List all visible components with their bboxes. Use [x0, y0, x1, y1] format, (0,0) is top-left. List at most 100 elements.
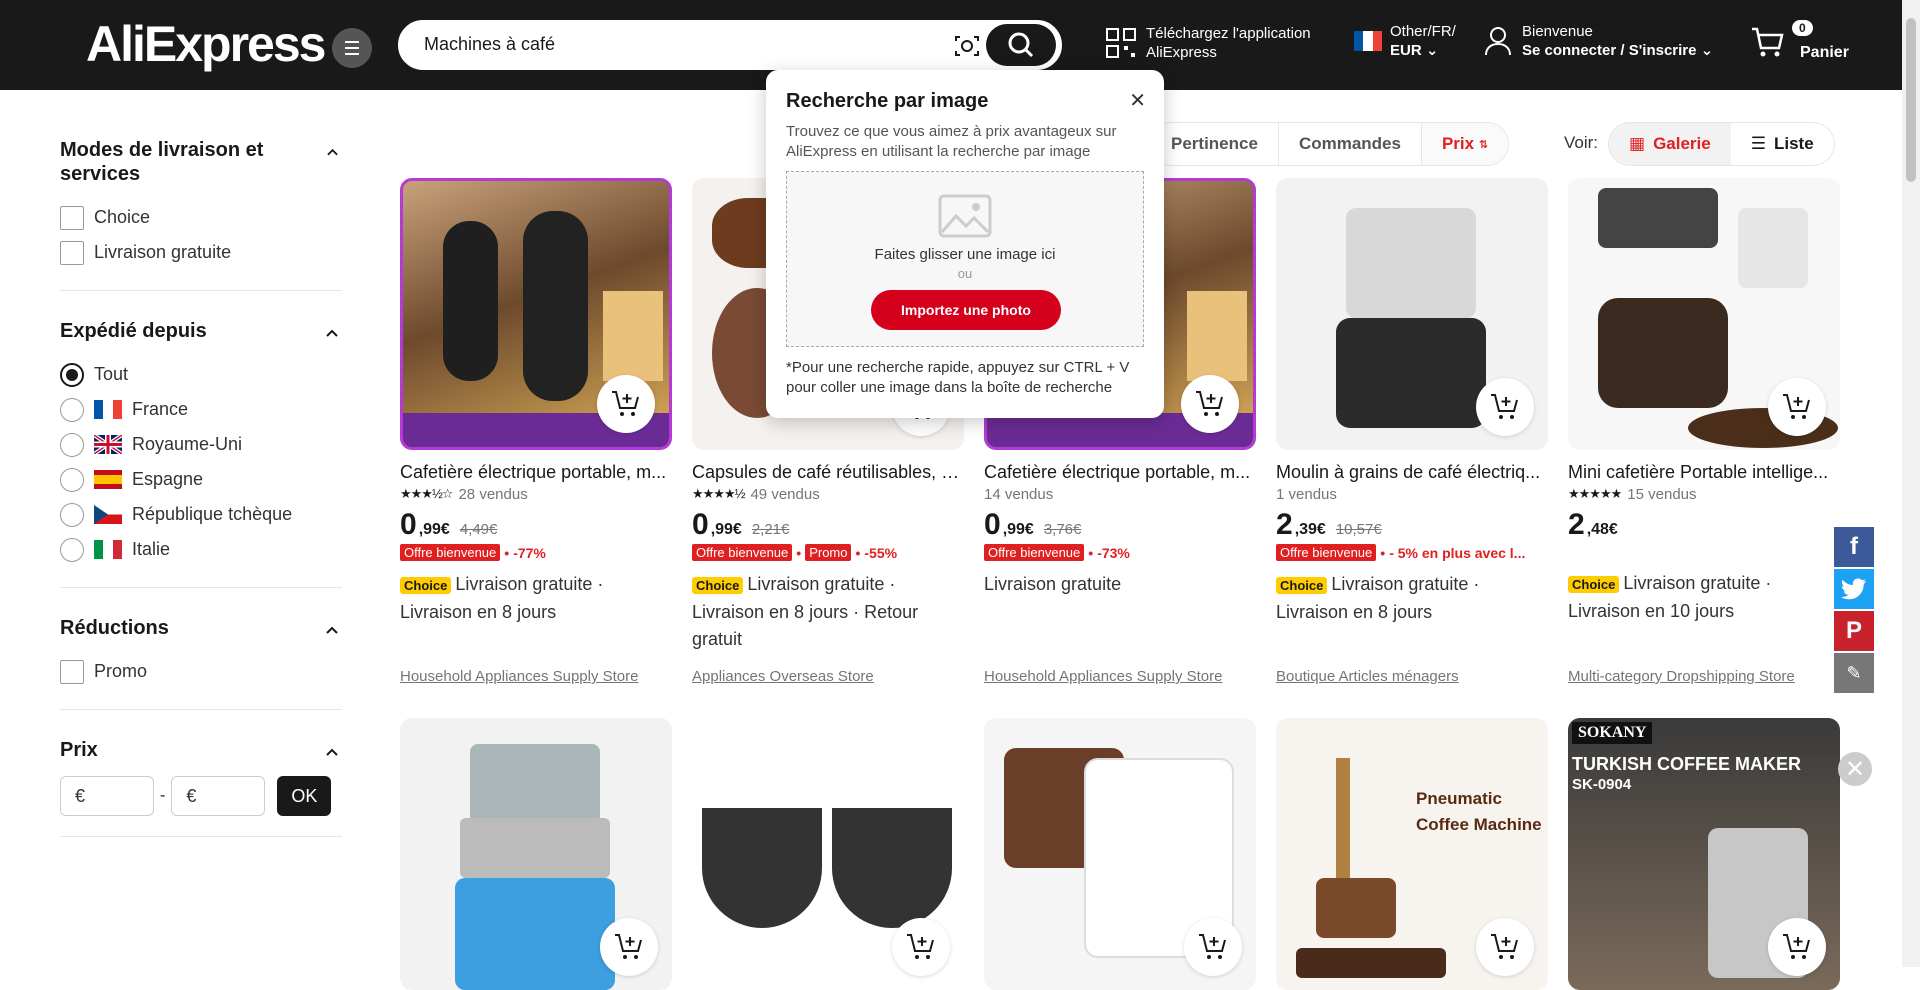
product-badges: Offre bienvenue • Promo • -55%	[692, 544, 964, 561]
add-to-cart-button[interactable]	[597, 375, 655, 433]
store-link[interactable]: Appliances Overseas Store	[692, 668, 874, 685]
choice-badge: Choice	[1568, 575, 1620, 593]
product-card[interactable]: SOKANY TURKISH COFFEE MAKER SK-0904	[1568, 718, 1840, 990]
signin-link[interactable]: Se connecter / S'inscrire ⌄	[1522, 41, 1713, 60]
discount-filter-header[interactable]: Réductions	[60, 616, 342, 640]
ship-from-uk[interactable]: Royaume-Uni	[60, 427, 342, 462]
chevron-up-icon	[326, 748, 338, 756]
shipping-info: Choice Livraison gratuite · Livraison en …	[1568, 573, 1772, 621]
ship-from-all[interactable]: Tout	[60, 357, 342, 392]
upload-photo-button[interactable]: Importez une photo	[871, 290, 1061, 330]
ship-from-italy[interactable]: Italie	[60, 532, 342, 567]
ship-from-header[interactable]: Expédié depuis	[60, 319, 342, 343]
filter-option-promo[interactable]: Promo	[60, 654, 342, 689]
ship-from-spain[interactable]: Espagne	[60, 462, 342, 497]
shipping-info: Choice Livraison gratuite · Livraison en …	[692, 574, 919, 649]
sort-price[interactable]: Prix ⇅	[1421, 123, 1509, 165]
product-rating: 14 vendus	[984, 485, 1054, 503]
product-title[interactable]: Moulin à grains de café électriq...	[1276, 460, 1548, 484]
add-to-cart-button[interactable]	[1768, 918, 1826, 976]
product-card[interactable]	[692, 718, 964, 990]
filter-option-free-shipping[interactable]: Livraison gratuite	[60, 235, 342, 270]
product-title[interactable]: Cafetière électrique portable, m...	[984, 460, 1256, 484]
user-icon	[1485, 27, 1511, 56]
cart-icon	[1752, 27, 1784, 57]
download-app-link[interactable]: Téléchargez l'application AliExpress	[1106, 24, 1311, 62]
delivery-filter-header[interactable]: Modes de livraison et services	[60, 138, 342, 186]
cart-button[interactable]: 0 Panier	[1750, 20, 1849, 62]
product-card[interactable]: Pneumatic Coffee Machine	[1276, 718, 1548, 990]
store-link[interactable]: Household Appliances Supply Store	[400, 668, 639, 685]
sort-orders[interactable]: Commandes	[1279, 123, 1422, 165]
cart-label: Panier	[1800, 44, 1849, 61]
add-to-cart-button[interactable]	[1181, 375, 1239, 433]
currency: EUR ⌄	[1390, 42, 1439, 59]
spain-flag-icon	[94, 470, 122, 489]
store-link[interactable]: Multi-category Dropshipping Store	[1568, 668, 1795, 685]
popup-title: Recherche par image	[786, 90, 989, 112]
product-image[interactable]	[400, 178, 672, 450]
list-view-button[interactable]: ☰ Liste	[1731, 123, 1834, 165]
price-max-input[interactable]: €	[171, 776, 266, 816]
price-min-input[interactable]: €	[60, 776, 154, 816]
product-card[interactable]	[984, 718, 1256, 990]
sort-relevance[interactable]: Pertinence	[1151, 123, 1279, 165]
ship-from-czech[interactable]: République tchèque	[60, 497, 342, 532]
store-link[interactable]: Boutique Articles ménagers	[1276, 668, 1459, 685]
model-label: SK-0904	[1572, 776, 1632, 793]
aliexpress-logo[interactable]: AliExpress	[86, 14, 326, 74]
add-to-cart-button[interactable]	[1476, 918, 1534, 976]
product-image[interactable]: SOKANY TURKISH COFFEE MAKER SK-0904	[1568, 718, 1840, 990]
product-rating: 1 vendus	[1276, 485, 1337, 503]
ship-from-france[interactable]: France	[60, 392, 342, 427]
product-image[interactable]	[1276, 178, 1548, 450]
list-icon: ☰	[1750, 134, 1766, 153]
scrollbar[interactable]	[1902, 0, 1920, 967]
search-input[interactable]	[424, 34, 924, 55]
image-search-icon[interactable]	[954, 34, 980, 58]
pinterest-share-icon[interactable]: P	[1834, 611, 1874, 651]
filter-option-choice[interactable]: Choice	[60, 200, 342, 235]
twitter-share-icon[interactable]	[1834, 569, 1874, 609]
add-to-cart-button[interactable]	[600, 918, 658, 976]
product-image[interactable]	[692, 718, 964, 990]
product-image[interactable]: Pneumatic Coffee Machine	[1276, 718, 1548, 990]
price-separator: -	[160, 787, 166, 804]
add-to-cart-button[interactable]	[1184, 918, 1242, 976]
gallery-view-button[interactable]: ▦ Galerie	[1609, 123, 1731, 165]
or-text: ou	[957, 266, 973, 281]
product-image[interactable]	[984, 718, 1256, 990]
choice-badge: Choice	[692, 576, 744, 594]
view-toggle: ▦ Galerie ☰ Liste	[1608, 122, 1835, 166]
product-image[interactable]	[400, 718, 672, 990]
italy-flag-icon	[94, 540, 122, 559]
price-filter-header[interactable]: Prix	[60, 738, 342, 762]
store-link[interactable]: Household Appliances Supply Store	[984, 668, 1223, 685]
close-icon[interactable]: ✕	[1838, 752, 1872, 786]
product-card[interactable]: Cafetière électrique portable, m... ★★★½…	[400, 178, 672, 685]
price-ok-button[interactable]: OK	[277, 776, 332, 816]
add-to-cart-button[interactable]	[1476, 378, 1534, 436]
product-card[interactable]: Mini cafetière Portable intellige... ★★★…	[1568, 178, 1840, 685]
product-title[interactable]: Capsules de café réutilisables, 3...	[692, 460, 964, 484]
add-to-cart-button[interactable]	[1768, 378, 1826, 436]
app-line2: AliExpress	[1146, 44, 1217, 61]
product-title[interactable]: Cafetière électrique portable, m...	[400, 460, 672, 484]
app-line1: Téléchargez l'application	[1146, 25, 1311, 42]
edit-icon[interactable]: ✎	[1834, 653, 1874, 693]
add-to-cart-button[interactable]	[892, 918, 950, 976]
facebook-share-icon[interactable]: f	[1834, 527, 1874, 567]
product-card[interactable]	[400, 718, 672, 990]
image-dropzone[interactable]: Faites glisser une image ici ou Importez…	[786, 171, 1144, 347]
account-menu[interactable]: Bienvenue Se connecter / S'inscrire ⌄	[1484, 22, 1713, 60]
star-rating-icon: ★★★★★	[1568, 486, 1622, 501]
search-button[interactable]	[986, 24, 1056, 66]
close-icon[interactable]: ✕	[1129, 88, 1146, 113]
france-flag-icon	[1354, 31, 1382, 51]
locale-selector[interactable]: Other/FR/EUR ⌄	[1354, 22, 1456, 60]
product-card[interactable]: Moulin à grains de café électriq... 1 ve…	[1276, 178, 1548, 685]
categories-menu-button[interactable]	[332, 28, 372, 68]
product-title[interactable]: Mini cafetière Portable intellige...	[1568, 460, 1840, 484]
product-image[interactable]	[1568, 178, 1840, 450]
add-cart-icon	[907, 934, 934, 959]
